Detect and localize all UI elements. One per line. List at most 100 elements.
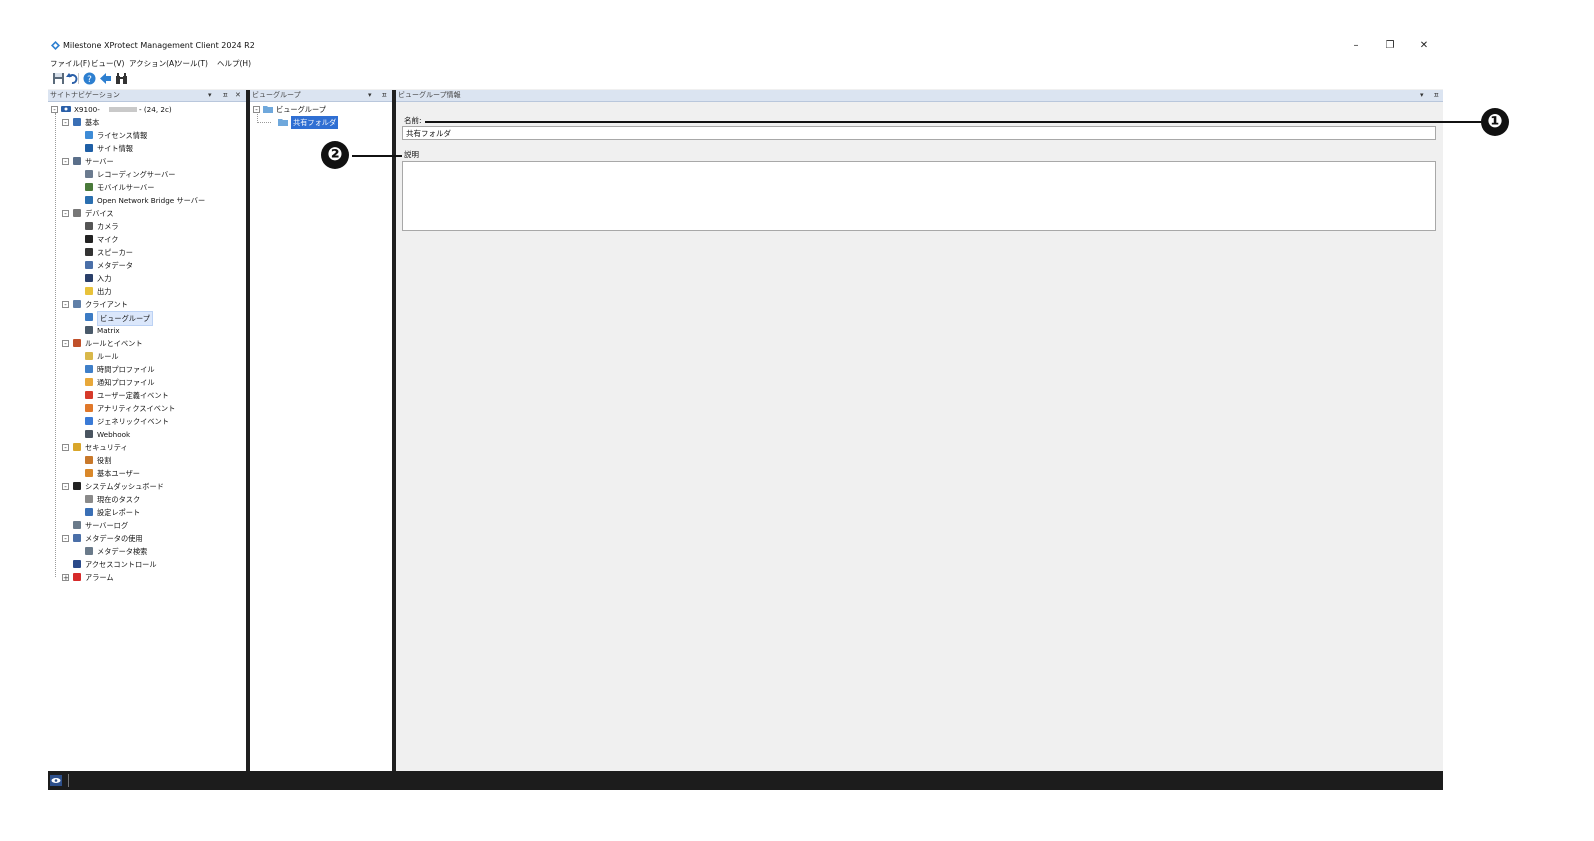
shared-folder-label: 共有フォルダ xyxy=(291,116,339,129)
tree-item-icon xyxy=(85,287,93,295)
tree-item-label: レコーディングサーバー xyxy=(97,170,176,179)
toolbar-separator xyxy=(78,73,79,84)
menu-tools[interactable]: ツール(T) xyxy=(175,58,208,69)
name-label: 名前: xyxy=(404,116,422,125)
tree-item-icon xyxy=(73,300,81,308)
minimize-button[interactable]: – xyxy=(1346,39,1366,53)
pane-dropdown-icon[interactable]: ▾ xyxy=(208,90,212,101)
tree-connector xyxy=(55,113,56,577)
tree-item-label: 基本ユーザー xyxy=(97,469,140,478)
save-icon[interactable] xyxy=(52,72,65,85)
tree-item-label: 出力 xyxy=(97,287,112,296)
tree-item-label: 時間プロファイル xyxy=(97,365,155,374)
tree-item-icon xyxy=(85,365,93,373)
description-field[interactable] xyxy=(402,161,1436,231)
collapse-icon[interactable]: - xyxy=(62,210,69,218)
milestone-logo-icon xyxy=(51,41,60,50)
close-button[interactable]: ✕ xyxy=(1414,39,1434,53)
callout-2-line xyxy=(352,155,402,157)
tree-item-icon xyxy=(85,261,93,269)
tree-item-icon xyxy=(85,469,93,477)
collapse-icon[interactable]: - xyxy=(62,119,69,127)
title-bar: Milestone XProtect Management Client 202… xyxy=(48,38,1443,55)
site-navigation-title: サイトナビゲーション xyxy=(50,91,120,99)
tree-item-label: アクセスコントロール xyxy=(85,560,157,569)
tree-item-icon xyxy=(73,443,81,451)
pane-pin-icon[interactable]: ㅍ xyxy=(1433,90,1439,101)
tree-item-icon xyxy=(85,131,93,139)
status-separator xyxy=(68,774,69,787)
pane-dropdown-icon[interactable]: ▾ xyxy=(368,90,372,101)
site-server-icon xyxy=(61,106,71,112)
tree-item-icon xyxy=(73,573,81,581)
status-bar xyxy=(48,771,1443,790)
tree-item-icon xyxy=(73,534,81,542)
tree-item-icon xyxy=(85,378,93,386)
pane-dropdown-icon[interactable]: ▾ xyxy=(1420,90,1424,101)
pane-pin-icon[interactable]: ㅍ xyxy=(381,90,387,101)
site-tree: - X9100- - (24, 2c) - 基本 ライセンス情報 サイト情報 - サーバー… xyxy=(48,102,246,771)
tree-item-icon xyxy=(73,521,81,529)
pane-pin-icon[interactable]: ㅍ xyxy=(222,90,228,101)
menu-file[interactable]: ファイル(F) xyxy=(50,58,90,69)
tree-item-icon xyxy=(73,482,81,490)
view-group-root-label: ビューグループ xyxy=(276,105,326,114)
menu-help[interactable]: ヘルプ(H) xyxy=(217,58,251,69)
tree-item-label: Matrix xyxy=(97,326,120,335)
tree-item-icon xyxy=(85,404,93,412)
tree-item-label: ユーザー定義イベント xyxy=(97,391,169,400)
pane-close-icon[interactable]: ✕ xyxy=(235,90,241,101)
tree-item-icon xyxy=(85,417,93,425)
binoculars-icon[interactable] xyxy=(115,72,128,85)
redacted-block xyxy=(109,107,137,112)
tree-item-label: アナリティクスイベント xyxy=(97,404,176,413)
site-navigation-header: サイトナビゲーション ▾ ㅍ ✕ xyxy=(48,90,246,102)
collapse-icon[interactable]: - xyxy=(51,106,58,114)
view-groups-pane: ビューグループ ▾ ㅍ - ビューグループ 共有フォルダ xyxy=(250,90,392,771)
restore-button[interactable]: ❐ xyxy=(1380,39,1400,53)
site-navigation-pane: サイトナビゲーション ▾ ㅍ ✕ - X9100- - (24, 2c) - 基本… xyxy=(48,90,246,771)
management-client-window: Milestone XProtect Management Client 202… xyxy=(48,38,1443,790)
collapse-icon[interactable]: - xyxy=(62,444,69,452)
tree-item-label: セキュリティ xyxy=(85,443,128,452)
tree-item-icon xyxy=(85,313,93,321)
tree-item-icon xyxy=(73,157,81,165)
collapse-icon[interactable]: - xyxy=(62,483,69,491)
tree-item-icon xyxy=(85,391,93,399)
tree-item-label: Open Network Bridge サーバー xyxy=(97,196,206,205)
tree-item-label: ルール xyxy=(97,352,119,361)
back-icon[interactable] xyxy=(99,72,112,85)
tree-item-label: マイク xyxy=(97,235,119,244)
view-group-info-title: ビューグループ情報 xyxy=(398,91,461,99)
callout-1-line xyxy=(425,121,1483,123)
menu-view[interactable]: ビュー(V) xyxy=(91,58,124,69)
toolbar: ? xyxy=(48,69,1443,89)
collapse-icon[interactable]: - xyxy=(62,158,69,166)
tree-item-label: メタデータの使用 xyxy=(85,534,143,543)
tree-item-icon xyxy=(73,118,81,126)
tree-item-label: サーバー xyxy=(85,157,114,166)
tree-item-label: クライアント xyxy=(85,300,128,309)
menu-action[interactable]: アクション(A) xyxy=(129,58,177,69)
tree-item-icon xyxy=(85,222,93,230)
tree-item-icon xyxy=(85,456,93,464)
tree-item-label: 基本 xyxy=(85,118,100,127)
tree-item-icon xyxy=(85,235,93,243)
callout-1-badge: ❶ xyxy=(1481,108,1509,136)
collapse-icon[interactable]: - xyxy=(62,301,69,309)
tree-item-label: メタデータ検索 xyxy=(97,547,148,556)
tree-item-label: スピーカー xyxy=(97,248,133,257)
tree-item-icon xyxy=(85,274,93,282)
expand-icon[interactable]: + xyxy=(62,574,69,582)
tree-item-icon xyxy=(85,547,93,555)
tree-item-label: 通知プロファイル xyxy=(97,378,155,387)
collapse-icon[interactable]: - xyxy=(62,535,69,543)
tree-item-label: ライセンス情報 xyxy=(97,131,148,140)
eye-icon[interactable] xyxy=(50,775,62,786)
collapse-icon[interactable]: - xyxy=(62,340,69,348)
name-field[interactable] xyxy=(402,126,1436,140)
folder-icon xyxy=(278,119,288,126)
tree-item-label: 入力 xyxy=(97,274,112,283)
help-icon[interactable]: ? xyxy=(83,72,96,85)
collapse-icon[interactable]: - xyxy=(253,106,260,114)
